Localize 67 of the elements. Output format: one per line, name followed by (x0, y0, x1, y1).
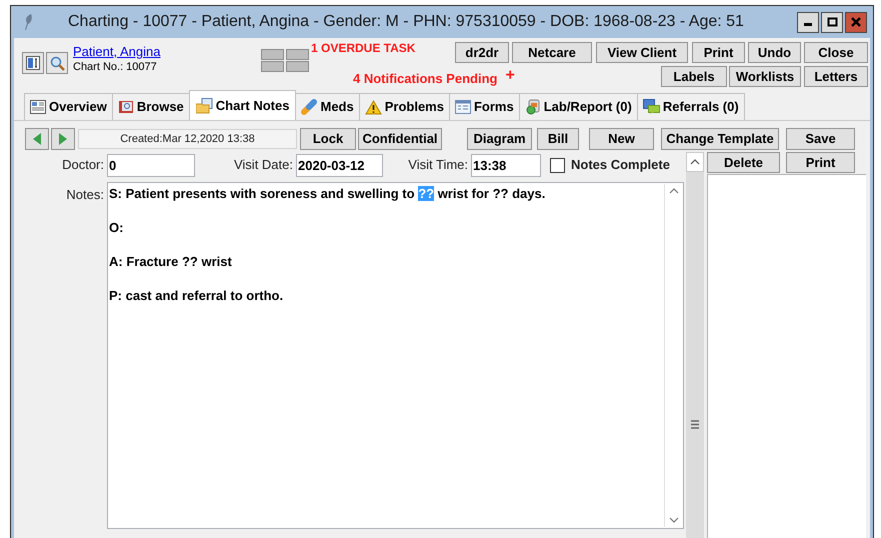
right-arrow-icon (58, 132, 68, 144)
maximize-button[interactable] (821, 12, 843, 32)
note-line: P: cast and referral to ortho. (109, 287, 284, 304)
header-button[interactable]: Undo (748, 42, 801, 63)
side-button[interactable]: Print (786, 152, 855, 173)
folder-notes-icon (196, 98, 213, 114)
capsule-icon (301, 99, 318, 115)
side-button[interactable]: Delete (707, 152, 780, 173)
feather-pen-icon (22, 13, 34, 31)
grip-icon (691, 420, 699, 429)
toolbar-button[interactable]: Lock (300, 128, 356, 150)
search-icon (50, 56, 64, 70)
created-timestamp: Created:Mar 12,2020 13:38 (78, 128, 297, 148)
card-view-button[interactable] (22, 52, 44, 74)
header-button[interactable]: Labels (661, 66, 727, 87)
window-title: Charting - 10077 - Patient, Angina - Gender: M - PHN: 975310059 - DOB: 1968-08-23 - Age: 51 (68, 12, 744, 32)
header-button[interactable]: Print (692, 42, 745, 63)
close-button[interactable] (845, 12, 867, 32)
scroll-down-icon (668, 517, 678, 523)
maximize-icon (826, 17, 838, 27)
next-button[interactable] (51, 128, 75, 150)
left-arrow-icon (32, 132, 42, 144)
toolbar-button[interactable]: New (589, 128, 654, 150)
field-label: Visit Time: (407, 156, 468, 174)
header-button[interactable]: Worklists (729, 66, 801, 87)
input-field[interactable]: 13:38 (471, 154, 541, 176)
previous-button[interactable] (25, 128, 49, 150)
toolbar-button[interactable]: Bill (537, 128, 579, 150)
toolbar-button[interactable]: Save (786, 128, 855, 150)
warning-icon (364, 100, 382, 114)
layout-grid-icon (261, 49, 309, 72)
field-label: Doctor: (61, 156, 104, 174)
caret-up-icon (690, 159, 700, 165)
chart-number: Chart No.: 10077 (73, 60, 158, 74)
note-line: O: (109, 219, 124, 236)
checkbox-label[interactable]: Notes Complete (571, 155, 670, 175)
notes-field[interactable]: S: Patient presents with soreness and swelling to ?? wrist for ?? days. O: A: Fracture ?? wrist P: cast and referral to ortho. (107, 182, 684, 529)
tab[interactable]: Overview (24, 93, 113, 120)
splitter-up-button[interactable] (686, 152, 704, 172)
close-icon (851, 17, 861, 27)
toolbar-button[interactable]: Confidential (358, 128, 442, 150)
minimize-button[interactable] (797, 12, 819, 32)
form-icon (454, 100, 471, 114)
header-button[interactable]: Netcare (512, 42, 592, 63)
input-field[interactable]: 2020-03-12 (296, 154, 383, 176)
patient-name-link[interactable]: Patient, Angina (73, 44, 160, 60)
checkbox[interactable] (550, 158, 565, 172)
chat-bubbles-icon (642, 99, 660, 115)
newspaper-icon (30, 100, 46, 114)
lab-jar-icon (524, 99, 541, 115)
tab[interactable]: Referrals (0) (636, 93, 745, 120)
input-field[interactable]: 0 (107, 154, 195, 176)
notes-label: Notes: (65, 186, 104, 204)
search-button[interactable] (46, 52, 68, 74)
scroll-up-icon (668, 188, 678, 194)
header-button[interactable]: Letters (804, 66, 868, 87)
header-button[interactable]: dr2dr (455, 42, 509, 63)
header-button[interactable]: View Client (596, 42, 688, 63)
note-line: A: Fracture ?? wrist (109, 253, 232, 270)
id-card-icon (26, 56, 40, 70)
tab[interactable]: Chart Notes (188, 90, 296, 120)
toolbar-button[interactable]: Diagram (467, 128, 532, 150)
toolbar-button[interactable]: Change Template (661, 128, 779, 150)
book-icon (118, 100, 134, 114)
header-button[interactable]: Close (804, 42, 868, 63)
field-label: Visit Date: (232, 156, 293, 174)
note-line: S: Patient presents with soreness and swelling to ?? wrist for ?? days. (109, 185, 546, 202)
